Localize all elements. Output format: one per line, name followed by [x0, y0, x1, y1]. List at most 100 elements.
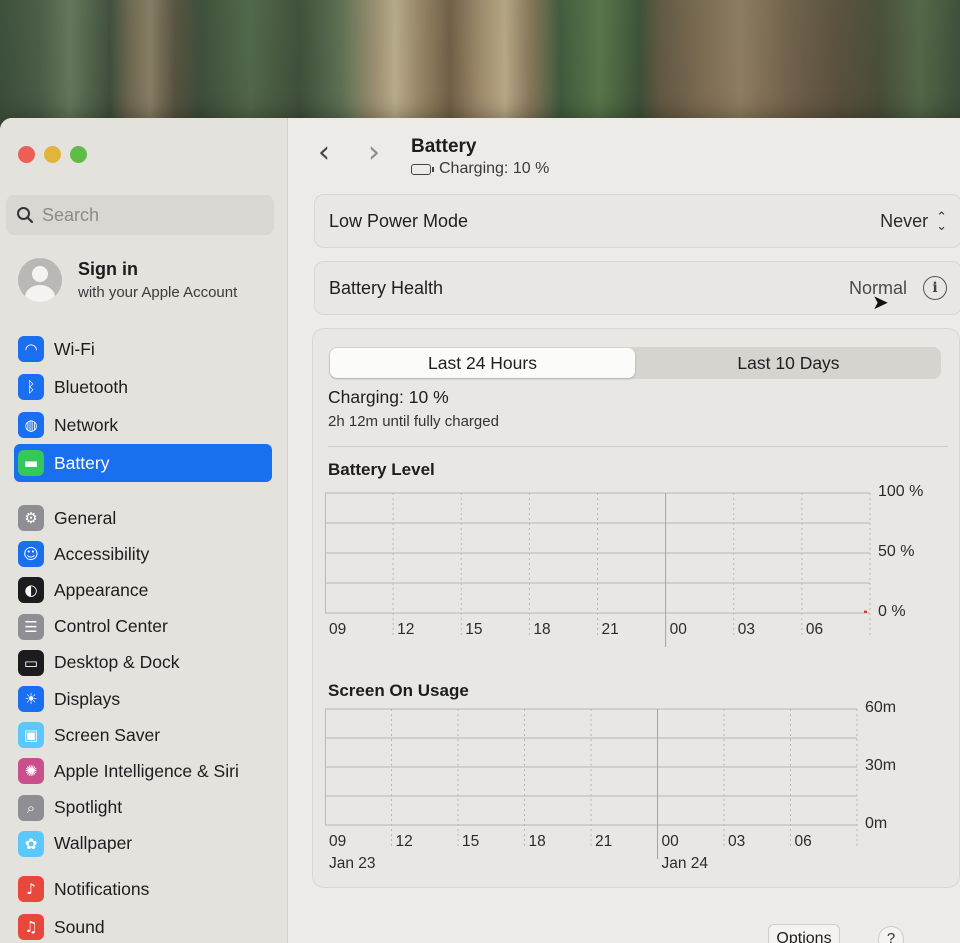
sidebar-item-spotlight[interactable]: ⌕ Spotlight — [14, 790, 272, 826]
sidebar-item-label: Control Center — [54, 616, 168, 637]
info-icon[interactable]: i — [923, 276, 947, 300]
sidebar-item-label: Displays — [54, 688, 121, 709]
sidebar-item-sound[interactable]: ♫ Sound — [14, 908, 272, 943]
tab-last-10-days[interactable]: Last 10 Days — [636, 347, 941, 379]
window-controls — [18, 146, 87, 163]
x-tick-label: 03 — [728, 833, 746, 850]
battery-charging-icon — [411, 163, 434, 175]
sidebar-item-desktop-dock[interactable]: ▭ Desktop & Dock — [14, 645, 272, 681]
x-tick-label: 09 — [329, 833, 347, 850]
divider — [328, 446, 948, 447]
forward-arrow-icon[interactable]: › — [368, 138, 380, 168]
sidebar-item-appearance[interactable]: ◐ Appearance — [14, 572, 272, 608]
sidebar-item-label: Notifications — [54, 878, 150, 899]
x-tick-label: 00 — [669, 621, 687, 638]
y-tick-label: 30m — [865, 757, 897, 774]
low-power-mode-select[interactable]: Never ⌃ ⌄ — [880, 209, 947, 233]
wifi-icon: ◠ — [18, 336, 44, 362]
gear-icon: ⚙ — [18, 505, 44, 532]
sidebar-item-label: Wallpaper — [54, 833, 133, 854]
y-tick-label: 0 % — [878, 603, 906, 620]
tab-last-24-hours[interactable]: Last 24 Hours — [330, 348, 635, 378]
options-button[interactable]: Options — [768, 924, 840, 943]
battery-usage-panel: Last 24 Hours Last 10 Days Charging: 10 … — [312, 328, 960, 888]
x-tick-label: 03 — [737, 621, 755, 638]
sidebar-item-label: Accessibility — [54, 543, 150, 564]
magnifier-icon: ⌕ — [18, 794, 44, 821]
speaker-icon: ♫ — [18, 914, 44, 940]
search-icon — [17, 207, 34, 224]
back-arrow-icon[interactable]: ‹ — [318, 138, 330, 168]
sidebar-item-label: Screen Saver — [54, 724, 161, 745]
y-tick-label: 100 % — [878, 483, 924, 500]
accessibility-icon: ☺ — [18, 541, 44, 568]
search-input[interactable] — [42, 204, 242, 226]
page-title: Battery — [411, 136, 477, 157]
low-power-mode-row: Low Power Mode Never ⌃ ⌄ — [314, 194, 960, 248]
sidebar-item-label: Network — [54, 414, 119, 435]
help-button[interactable]: ? — [878, 926, 904, 943]
search-field[interactable] — [6, 195, 274, 235]
appearance-icon: ◐ — [18, 577, 44, 604]
sidebar-item-label: Wi-Fi — [54, 338, 95, 359]
x-tick-label: 12 — [397, 621, 415, 638]
sidebar-item-apple-intelligence-siri[interactable]: ✺ Apple Intelligence & Siri — [14, 753, 272, 789]
sidebar-item-bluetooth[interactable]: ᛒ Bluetooth — [14, 368, 272, 406]
toolbar: ‹ › Battery Charging: 10 % — [288, 118, 960, 188]
sidebar-item-control-center[interactable]: ☰ Control Center — [14, 609, 272, 645]
sidebar-item-label: Appearance — [54, 579, 149, 600]
sun-icon: ☀ — [18, 686, 44, 713]
battery-health-label: Battery Health — [329, 277, 444, 298]
chart-plot — [325, 708, 858, 859]
page-subtitle: Charging: 10 % — [439, 160, 550, 177]
sidebar-group-system: ⚙ General ☺ Accessibility ◐ Appearance ☰ Contro… — [14, 500, 272, 862]
sidebar-item-screen-saver[interactable]: ▣ Screen Saver — [14, 717, 272, 753]
x-tick-label: 21 — [595, 833, 613, 850]
x-tick-label: 18 — [528, 833, 546, 850]
zoom-button[interactable] — [70, 146, 87, 163]
sidebar-item-label: Spotlight — [54, 797, 123, 818]
battery-level-chart-title: Battery Level — [328, 460, 435, 479]
sidebar-item-accessibility[interactable]: ☺ Accessibility — [14, 536, 272, 572]
main-pane: ‹ › Battery Charging: 10 % Low Power Mod… — [288, 118, 960, 943]
sidebar-item-battery[interactable]: ▬ Battery — [14, 444, 272, 482]
screen-usage-chart: 60m 30m 0m 09 12 15 18 21 00 03 06 Jan 23 Jan 24 — [325, 699, 925, 873]
sidebar: Sign in with your Apple Account ◠ Wi-Fi ᛒB… — [0, 118, 288, 943]
control-center-icon: ☰ — [18, 613, 44, 640]
sidebar-item-label: Apple Intelligence & Siri — [54, 760, 239, 781]
y-tick-label: 0m — [865, 815, 888, 832]
charging-time-remaining: 2h 12m until fully charged — [328, 413, 499, 430]
sidebar-item-label: General — [54, 507, 117, 528]
dock-icon: ▭ — [18, 649, 44, 676]
stepper-icon: ⌃ ⌄ — [936, 209, 947, 233]
sidebar-item-displays[interactable]: ☀ Displays — [14, 681, 272, 717]
y-tick-label: 50 % — [878, 543, 915, 560]
bluetooth-icon: ᛒ — [18, 374, 44, 400]
battery-level-chart: 100 % 50 % 0 % 09 12 15 18 21 00 03 06 — [325, 483, 925, 663]
account-subtitle: with your Apple Account — [78, 284, 238, 301]
y-tick-label: 60m — [865, 699, 897, 716]
sidebar-item-wallpaper[interactable]: ✿ Wallpaper — [14, 826, 272, 862]
x-tick-label: 12 — [395, 833, 413, 850]
sidebar-item-general[interactable]: ⚙ General — [14, 500, 272, 536]
close-button[interactable] — [18, 146, 35, 163]
sidebar-group-network: ◠ Wi-Fi ᛒ Bluetooth ◍ Network ▬ Battery — [14, 330, 272, 482]
sidebar-item-label: Sound — [54, 916, 105, 937]
globe-icon: ◍ — [18, 412, 44, 438]
sidebar-item-network[interactable]: ◍ Network — [14, 406, 272, 444]
minimize-button[interactable] — [44, 146, 61, 163]
sidebar-item-wi-fi[interactable]: ◠ Wi-Fi — [14, 330, 272, 368]
screen-usage-chart-title: Screen On Usage — [328, 681, 469, 700]
x-tick-label: 06 — [794, 833, 812, 850]
apple-account-signin[interactable]: Sign in with your Apple Account — [18, 258, 237, 302]
settings-window: Sign in with your Apple Account ◠Wi-FiᛒB… — [0, 118, 960, 943]
screen-saver-icon: ▣ — [18, 722, 44, 749]
x-tick-label: 06 — [805, 621, 824, 638]
date-label: Jan 24 — [661, 855, 709, 872]
sidebar-group-notifications: ♪ Notifications ♫ Sound — [14, 870, 272, 943]
account-title: Sign in — [78, 259, 138, 279]
bar — [864, 610, 867, 613]
bell-icon: ♪ — [18, 876, 44, 902]
sidebar-item-notifications[interactable]: ♪ Notifications — [14, 870, 272, 908]
battery-health-row: Battery Health Normal i — [314, 261, 960, 315]
